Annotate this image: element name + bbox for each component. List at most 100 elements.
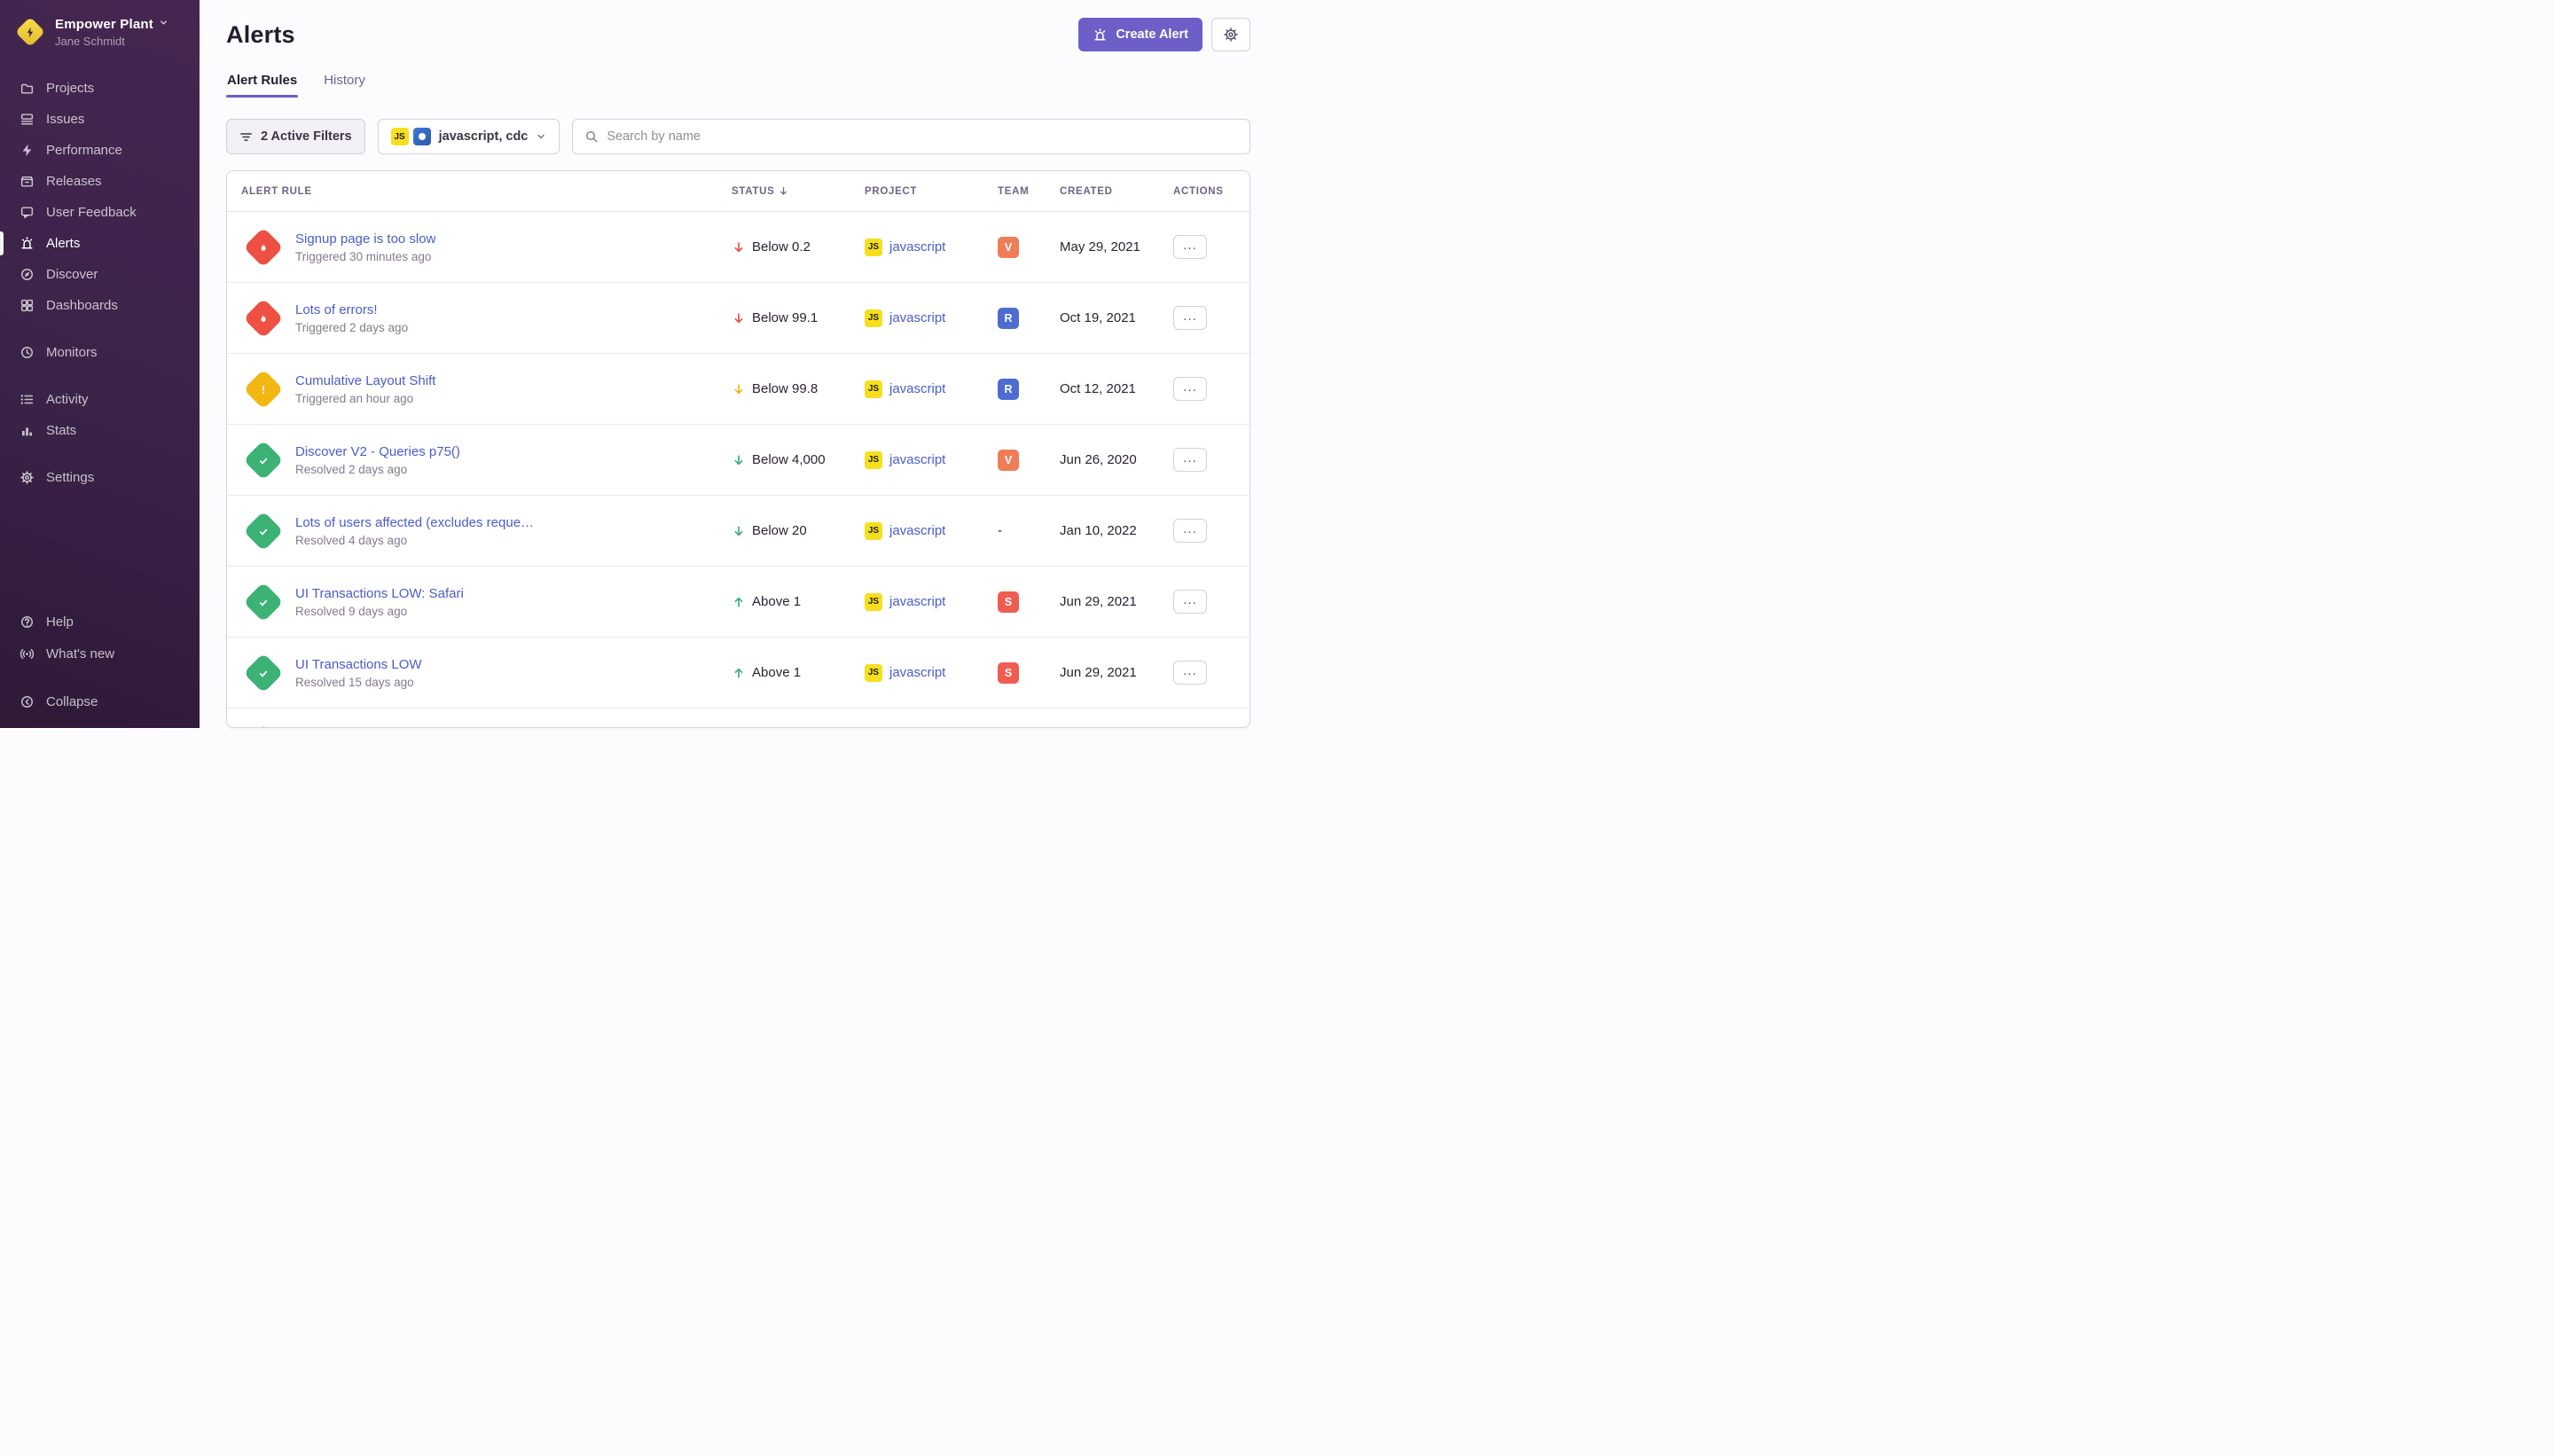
active-filters-button[interactable]: 2 Active Filters	[226, 119, 365, 154]
sidebar-item-label: Releases	[46, 174, 102, 189]
ellipsis-icon: ...	[1183, 664, 1197, 677]
sidebar-item-label: Monitors	[46, 345, 98, 360]
row-actions-button[interactable]: ...	[1173, 590, 1207, 614]
column-header-status[interactable]: Status	[732, 185, 865, 197]
arrow-up-icon	[732, 666, 746, 680]
arrow-down-icon	[732, 240, 746, 254]
tab-alert-rules[interactable]: Alert Rules	[226, 69, 298, 98]
user-feedback-icon	[20, 205, 35, 220]
alert-rule-link[interactable]: Signup page is too slow	[295, 231, 435, 247]
page-title: Alerts	[226, 21, 295, 49]
alert-rule-link[interactable]: Lots of errors!	[295, 302, 408, 317]
sidebar-item-help[interactable]: Help	[0, 606, 200, 638]
performance-icon	[20, 143, 35, 158]
main-content: Alerts Create Alert Alert Rules History …	[200, 0, 1277, 728]
check-icon	[243, 511, 283, 551]
search-input[interactable]	[607, 129, 1238, 144]
project-link[interactable]: javascript	[889, 665, 945, 680]
sidebar-item-activity[interactable]: Activity	[0, 384, 200, 415]
sidebar-item-releases[interactable]: Releases	[0, 166, 200, 197]
check-icon	[243, 724, 283, 728]
sidebar-item-performance[interactable]: Performance	[0, 135, 200, 166]
row-actions-button[interactable]: ...	[1173, 661, 1207, 685]
column-header-project[interactable]: Project	[865, 186, 998, 197]
row-actions-button[interactable]: ...	[1173, 306, 1207, 330]
project-link[interactable]: javascript	[889, 310, 945, 325]
sidebar-item-label: What's new	[46, 646, 114, 661]
project-link[interactable]: javascript	[889, 452, 945, 467]
project-link[interactable]: javascript	[889, 523, 945, 538]
arrow-down-icon	[732, 524, 746, 538]
sidebar-item-projects[interactable]: Projects	[0, 73, 200, 104]
search-icon	[584, 129, 599, 144]
alert-rule-link[interactable]: Cumulative Layout Shift	[295, 373, 435, 388]
project-link[interactable]: javascript	[889, 594, 945, 609]
alert-rule-link[interactable]: UI Transactions LOW: Safari	[295, 586, 464, 601]
sidebar-item-discover[interactable]: Discover	[0, 259, 200, 290]
sidebar: Empower Plant Jane Schmidt Projects Issu…	[0, 0, 200, 728]
sidebar-item-monitors[interactable]: Monitors	[0, 337, 200, 368]
project-selector[interactable]: JS javascript, cdc	[378, 119, 560, 154]
sidebar-item-dashboards[interactable]: Dashboards	[0, 290, 200, 321]
column-header-actions: Actions	[1173, 186, 1235, 197]
row-actions-button[interactable]: ...	[1173, 519, 1207, 543]
table-row: Signup page is too slow Triggered 30 min…	[227, 212, 1250, 283]
org-name: Empower Plant	[55, 17, 153, 32]
sidebar-item-label: Discover	[46, 267, 98, 282]
column-header-created[interactable]: Created	[1060, 186, 1173, 197]
sidebar-item-user-feedback[interactable]: User Feedback	[0, 197, 200, 228]
created-date: Oct 12, 2021	[1060, 381, 1173, 396]
project-link[interactable]: javascript	[889, 381, 945, 396]
sidebar-item-label: Dashboards	[46, 298, 118, 313]
javascript-platform-icon: JS	[391, 128, 409, 145]
status-text: Below 20	[752, 523, 807, 538]
alerts-settings-button[interactable]	[1211, 18, 1250, 51]
sidebar-item-stats[interactable]: Stats	[0, 415, 200, 446]
status-text: Below 99.1	[752, 310, 818, 325]
sort-desc-icon	[778, 185, 789, 197]
table-body: Signup page is too slow Triggered 30 min…	[227, 212, 1250, 728]
whats-new-icon	[20, 646, 35, 661]
alert-rule-subtext: Triggered an hour ago	[295, 392, 435, 405]
tab-bar: Alert Rules History	[226, 69, 1250, 98]
column-header-alert-rule[interactable]: Alert Rule	[241, 186, 732, 197]
sidebar-item-issues[interactable]: Issues	[0, 104, 200, 135]
alert-rule-link[interactable]: Lots of users affected (excludes reque…	[295, 515, 534, 530]
sidebar-item-label: Help	[46, 614, 74, 630]
row-actions-button[interactable]: ...	[1173, 377, 1207, 401]
sidebar-item-what-s-new[interactable]: What's new	[0, 638, 200, 669]
ellipsis-icon: ...	[1183, 593, 1197, 607]
column-header-team[interactable]: Team	[998, 186, 1060, 197]
team-badge: V	[998, 450, 1019, 471]
row-actions-button[interactable]: ...	[1173, 448, 1207, 472]
create-alert-button[interactable]: Create Alert	[1078, 18, 1203, 51]
ellipsis-icon: ...	[1183, 380, 1197, 394]
alert-rule-link[interactable]: Discover V2 - Queries p75()	[295, 444, 460, 459]
alert-rule-link[interactable]: UI Transactions LOW	[295, 657, 422, 672]
arrow-down-icon	[732, 453, 746, 467]
javascript-platform-icon: JS	[865, 664, 882, 682]
status-text: Below 99.8	[752, 381, 818, 396]
arrow-down-icon	[732, 382, 746, 396]
table-row: Lots of errors! Triggered 2 days ago Bel…	[227, 283, 1250, 354]
sidebar-item-label: Collapse	[46, 694, 98, 709]
project-link[interactable]: javascript	[889, 239, 945, 254]
sidebar-item-label: Alerts	[46, 236, 80, 251]
sidebar-item-settings[interactable]: Settings	[0, 462, 200, 493]
tab-history[interactable]: History	[323, 69, 366, 98]
settings-icon	[20, 470, 35, 485]
project-selector-label: javascript, cdc	[439, 129, 529, 144]
collapse-icon	[20, 694, 35, 709]
sidebar-item-alerts[interactable]: Alerts	[0, 228, 200, 259]
sidebar-item-collapse[interactable]: Collapse	[0, 685, 200, 717]
javascript-platform-icon: JS	[865, 451, 882, 469]
team-badge: R	[998, 308, 1019, 329]
flame-icon	[243, 227, 283, 267]
sidebar-item-label: Projects	[46, 81, 94, 96]
page-header: Alerts Create Alert	[226, 18, 1250, 51]
filter-bar: 2 Active Filters JS javascript, cdc	[226, 119, 1250, 154]
cdc-project-icon	[413, 128, 431, 145]
org-switcher[interactable]: Empower Plant Jane Schmidt	[0, 0, 200, 53]
row-actions-button[interactable]: ...	[1173, 235, 1207, 259]
sidebar-item-label: Stats	[46, 423, 76, 438]
